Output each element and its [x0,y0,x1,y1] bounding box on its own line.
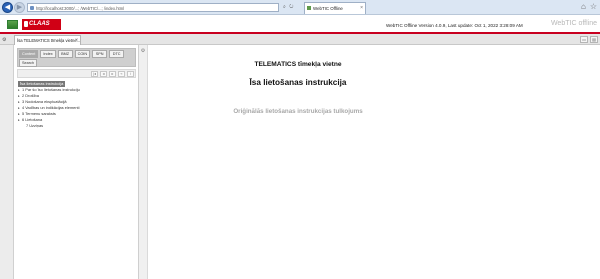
home-icon[interactable]: ⌂ [581,2,586,11]
tree-toolbar-buttons: |◂ ◂ ▸ « ↕ [91,71,134,77]
document-tabstrip: ⚙ Īsa TELEMATICS tīmekļa vietne... × ▭ ▤ [0,34,600,45]
tab-dtc[interactable]: DTC [109,50,125,58]
tree-item-label: 4 Vadības un indikācijas elementi [22,105,80,110]
tree-toolbar: |◂ ◂ ▸ « ↕ [17,69,136,78]
next-icon[interactable]: ▸ [109,71,116,77]
tab-bmz[interactable]: BMZ [57,50,73,58]
brand-name: CLAAS [29,21,50,27]
view-buttons: ▭ ▤ [580,36,598,43]
sidebar-tabs: Content Index BMZ COIN SPN DTC Search [17,48,136,67]
tab-search[interactable]: Search [19,59,38,67]
browser-toolbar: ◀ ▶ http://localhost:3000/...; /WebTIC/.… [0,0,600,15]
print-icon[interactable]: ▤ [590,36,598,43]
claas-logo: CLAAS [22,19,61,30]
close-icon[interactable]: × [360,5,363,11]
arrow-left-icon: ◀ [4,4,11,11]
left-rail [0,45,14,279]
star-icon[interactable]: ☆ [590,2,597,11]
tree-item-label: 2 Drošība [22,93,39,98]
arrow-right-icon: ▶ [16,4,23,11]
document-tab[interactable]: Īsa TELEMATICS tīmekļa vietne... × [14,35,81,45]
first-icon[interactable]: |◂ [91,71,98,77]
version-info: WebTIC Offline Version 4.0.9, Last updat… [386,23,523,28]
tab-content[interactable]: Content [19,50,39,58]
tree-item-label: 1 Par šo īso lietošanas instrukciju [22,87,80,92]
tree-item-label: 6 Lietošana [22,117,43,122]
app-icon [7,20,18,29]
forward-button[interactable]: ▶ [14,2,25,13]
address-bar[interactable]: http://localhost:3000/...; /WebTIC/...; … [27,3,279,12]
document-tab-title: Īsa TELEMATICS tīmekļa vietne... [17,38,81,43]
browser-tab[interactable]: WebTIC Offline × [304,2,366,14]
favicon-icon [307,6,311,10]
page-icon [30,6,34,10]
last-icon[interactable]: « [118,71,125,77]
expand-icon[interactable]: ↕ [127,71,134,77]
layout-icon[interactable]: ▭ [580,36,588,43]
search-icon[interactable]: ⌕ [283,4,287,10]
settings-icon[interactable]: ⚙ [140,48,146,54]
prev-icon[interactable]: ◂ [100,71,107,77]
app-header: CLAAS WebTIC Offline Version 4.0.9, Last… [0,15,600,34]
translation-note: Oriģinālās lietošanas instrukcijas tulko… [233,108,363,115]
tree-item[interactable]: 7 Uzziņas [18,123,136,129]
close-icon[interactable]: × [75,38,78,43]
sidebar: Content Index BMZ COIN SPN DTC Search |◂… [14,45,139,279]
content-rail: ⚙ [139,45,148,279]
tab-coin[interactable]: COIN [74,50,91,58]
gear-icon[interactable]: ⚙ [2,37,6,43]
tree-item-label: 5 Termenu saraksts [22,111,56,116]
refresh-icon[interactable]: ↻ [289,4,294,10]
browser-icons: ⌂ ☆ [581,2,597,11]
main-content: TELEMATICS tīmekļa vietne Īsa lietošanas… [148,45,600,279]
address-tools[interactable]: ⌕ ↻ [283,4,294,10]
tree-item-label: 7 Uzziņas [26,123,44,128]
content-tree: Īsa lietošanas instrukcija ▸ 1 Par šo īso… [18,81,136,129]
claas-mark-icon [24,21,28,27]
tab-index[interactable]: Index [40,50,56,58]
tree-item-label: 3 Nodošana ekspluatācijā [22,99,67,104]
address-url: http://localhost:3000/...; /WebTIC/...; … [36,6,125,11]
back-button[interactable]: ◀ [2,2,13,13]
webtic-logo: WebTIC offline [550,20,597,27]
browser-tab-title: WebTIC Offline [313,6,343,11]
page-subtitle: Īsa lietošanas instrukcija [249,78,347,87]
page-title: TELEMATICS tīmekļa vietne [254,61,342,68]
tab-spn[interactable]: SPN [92,50,108,58]
